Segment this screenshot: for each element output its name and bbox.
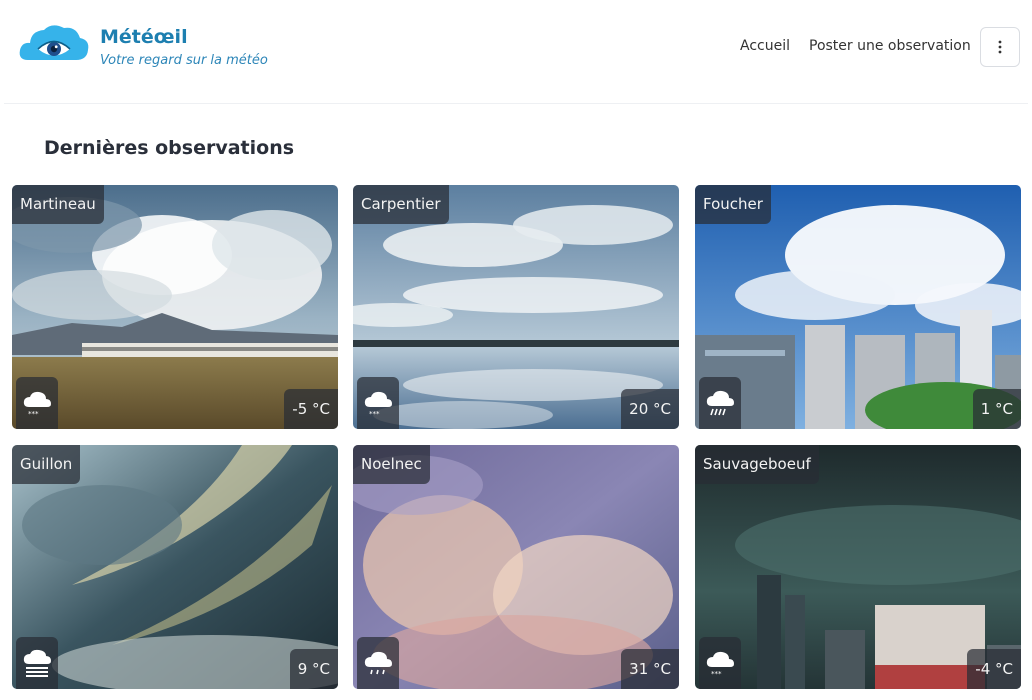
temperature-label: 1 °C <box>972 389 1021 429</box>
weather-badge <box>699 377 741 429</box>
brand-tagline: Votre regard sur la météo <box>100 53 268 68</box>
nav-link-post-observation[interactable]: Poster une observation <box>809 38 971 54</box>
weather-badge <box>16 637 58 689</box>
fog-icon <box>23 649 51 677</box>
temperature-label: 20 °C <box>621 389 679 429</box>
rain-icon <box>364 651 392 675</box>
city-label: Martineau <box>12 185 104 224</box>
weather-badge: *** <box>699 637 741 689</box>
section-title: Dernières observations <box>44 137 295 159</box>
temperature-label: 9 °C <box>289 649 338 689</box>
heavy-rain-icon <box>706 390 734 416</box>
more-vertical-icon <box>998 40 1002 54</box>
city-label: Sauvageboeuf <box>695 445 819 484</box>
svg-text:***: *** <box>28 410 39 418</box>
city-label: Noelnec <box>353 445 430 484</box>
snow-icon: *** <box>364 391 392 418</box>
observation-card[interactable]: Martineau *** -5 °C <box>12 185 338 429</box>
snow-icon: *** <box>706 651 734 678</box>
eye-cloud-logo-icon[interactable] <box>18 22 90 66</box>
temperature-label: -5 °C <box>284 389 338 429</box>
observation-card[interactable]: Sauvageboeuf *** -4 °C <box>695 445 1021 689</box>
observation-card[interactable]: Foucher 1 °C <box>695 185 1021 429</box>
city-label: Foucher <box>695 185 771 224</box>
svg-text:***: *** <box>369 410 380 418</box>
snow-icon: *** <box>23 391 51 418</box>
weather-badge: *** <box>16 377 58 429</box>
observation-card[interactable]: Noelnec 31 °C <box>353 445 679 689</box>
brand-name[interactable]: Météœil <box>100 26 188 48</box>
city-label: Carpentier <box>353 185 449 224</box>
weather-badge: *** <box>357 377 399 429</box>
nav-link-home[interactable]: Accueil <box>740 38 790 54</box>
menu-button[interactable] <box>980 27 1020 67</box>
top-navbar: Météœil Votre regard sur la météo Accuei… <box>4 0 1028 104</box>
temperature-label: 31 °C <box>621 649 679 689</box>
weather-badge <box>357 637 399 689</box>
observation-card[interactable]: Guillon 9 °C <box>12 445 338 689</box>
svg-text:***: *** <box>711 670 722 678</box>
temperature-label: -4 °C <box>967 649 1021 689</box>
observation-card[interactable]: Carpentier *** 20 °C <box>353 185 679 429</box>
city-label: Guillon <box>12 445 81 484</box>
